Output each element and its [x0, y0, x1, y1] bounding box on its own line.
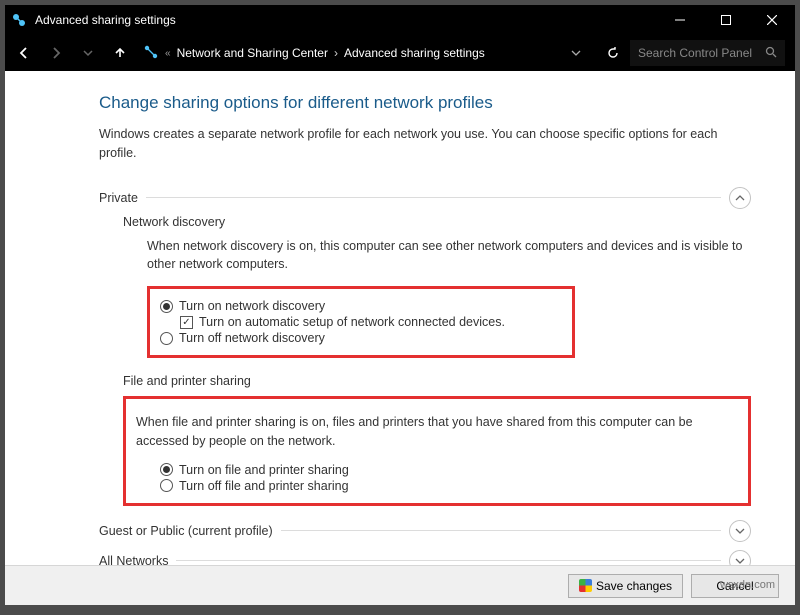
expand-icon[interactable] — [729, 550, 751, 566]
refresh-button[interactable] — [598, 38, 628, 68]
forward-button[interactable] — [41, 38, 71, 68]
app-icon — [11, 12, 27, 28]
nav-bar: « Network and Sharing Center › Advanced … — [5, 35, 795, 71]
radio-fp-on[interactable]: Turn on file and printer sharing — [160, 463, 738, 477]
radio-nd-on[interactable]: Turn on network discovery — [160, 299, 562, 313]
checkbox-nd-auto[interactable]: ✓ Turn on automatic setup of network conn… — [180, 315, 562, 329]
address-bar[interactable]: « Network and Sharing Center › Advanced … — [137, 44, 554, 63]
search-icon — [765, 46, 777, 61]
content-pane: Change sharing options for different net… — [5, 71, 795, 565]
divider — [146, 197, 721, 198]
file-printer-head: File and printer sharing — [123, 374, 751, 388]
search-box[interactable]: Search Control Panel — [630, 40, 785, 66]
maximize-button[interactable] — [703, 5, 749, 35]
collapse-icon[interactable] — [729, 187, 751, 209]
radio-nd-on-label: Turn on network discovery — [179, 299, 325, 313]
close-button[interactable] — [749, 5, 795, 35]
minimize-button[interactable] — [657, 5, 703, 35]
breadcrumb-current[interactable]: Advanced sharing settings — [344, 46, 485, 60]
expand-icon[interactable] — [729, 520, 751, 542]
chevron-right-icon: › — [334, 46, 338, 60]
window: Advanced sharing settings « Network and … — [5, 5, 795, 605]
divider — [176, 560, 721, 561]
radio-nd-off[interactable]: Turn off network discovery — [160, 331, 562, 345]
radio-icon — [160, 332, 173, 345]
window-title: Advanced sharing settings — [35, 13, 176, 27]
footer: Save changes Cancel — [5, 565, 795, 605]
file-printer-options: Turn on file and printer sharing Turn of… — [160, 463, 738, 493]
radio-icon — [160, 463, 173, 476]
breadcrumb-up-icon[interactable]: « — [165, 48, 171, 59]
titlebar: Advanced sharing settings — [5, 5, 795, 35]
radio-fp-off[interactable]: Turn off file and printer sharing — [160, 479, 738, 493]
network-discovery-head: Network discovery — [123, 215, 751, 229]
network-icon — [143, 44, 159, 63]
section-private-label: Private — [99, 191, 138, 205]
save-changes-button[interactable]: Save changes — [568, 574, 683, 598]
page-subtitle: Windows creates a separate network profi… — [99, 125, 729, 163]
breadcrumb-parent[interactable]: Network and Sharing Center — [177, 46, 328, 60]
page-heading: Change sharing options for different net… — [99, 93, 751, 113]
cancel-button[interactable]: Cancel — [691, 574, 779, 598]
address-dropdown[interactable] — [556, 48, 596, 58]
radio-fp-off-label: Turn off file and printer sharing — [179, 479, 349, 493]
file-printer-group: When file and printer sharing is on, fil… — [123, 396, 751, 506]
file-printer-desc: When file and printer sharing is on, fil… — [136, 413, 736, 451]
radio-fp-on-label: Turn on file and printer sharing — [179, 463, 349, 477]
checkbox-icon: ✓ — [180, 316, 193, 329]
radio-icon — [160, 479, 173, 492]
section-guest[interactable]: Guest or Public (current profile) — [99, 522, 751, 540]
divider — [281, 530, 721, 531]
radio-icon — [160, 300, 173, 313]
network-discovery-options: Turn on network discovery ✓ Turn on autom… — [147, 286, 575, 358]
section-all-label: All Networks — [99, 554, 168, 566]
back-button[interactable] — [9, 38, 39, 68]
section-all[interactable]: All Networks — [99, 552, 751, 566]
cancel-label: Cancel — [716, 579, 753, 593]
recent-dropdown[interactable] — [73, 38, 103, 68]
section-private[interactable]: Private — [99, 189, 751, 207]
up-button[interactable] — [105, 38, 135, 68]
network-discovery-desc: When network discovery is on, this compu… — [147, 237, 747, 275]
section-guest-label: Guest or Public (current profile) — [99, 524, 273, 538]
search-placeholder: Search Control Panel — [638, 46, 759, 60]
checkbox-nd-auto-label: Turn on automatic setup of network conne… — [199, 315, 505, 329]
save-changes-label: Save changes — [596, 579, 672, 593]
radio-nd-off-label: Turn off network discovery — [179, 331, 325, 345]
